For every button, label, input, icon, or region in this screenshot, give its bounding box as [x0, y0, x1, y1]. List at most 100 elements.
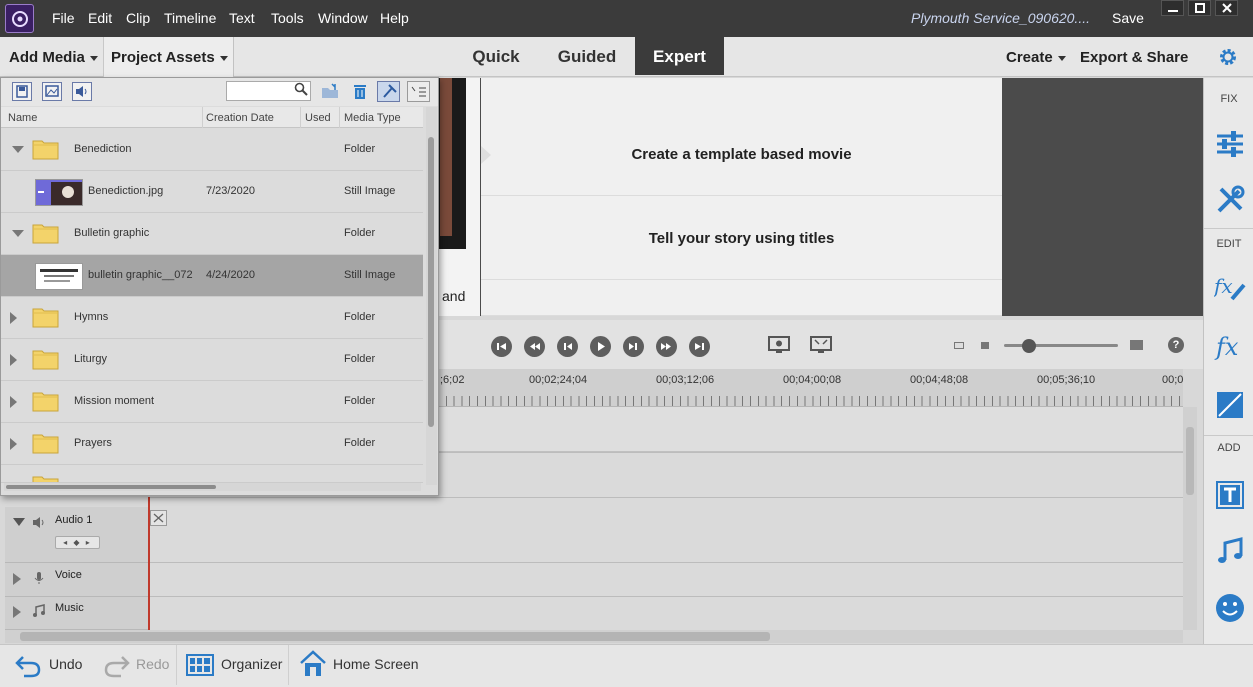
menu-window[interactable]: Window [318, 10, 368, 26]
mode-bar: Add Media Project Assets Quick Guided Ex… [0, 37, 1253, 77]
fullscreen-monitor-icon[interactable] [809, 335, 833, 355]
save-button[interactable]: Save [1112, 10, 1144, 26]
collapse-triangle-icon[interactable] [13, 518, 25, 526]
undo-button[interactable]: Undo [14, 645, 94, 685]
play-icon[interactable] [590, 336, 611, 357]
expand-triangle-icon[interactable] [13, 573, 21, 585]
step-back-icon[interactable] [557, 336, 578, 357]
column-name[interactable]: Name [8, 112, 37, 124]
asset-row-folder[interactable]: Benediction Folder [1, 129, 423, 171]
collapse-triangle-icon[interactable] [12, 230, 24, 237]
zoom-out-icon[interactable] [981, 342, 989, 349]
timeline-ruler[interactable]: ;6;02 00;02;24;04 00;03;12;06 00;04;00;0… [438, 369, 1183, 407]
expand-triangle-icon[interactable] [10, 396, 17, 408]
transitions-icon[interactable] [1214, 389, 1246, 421]
undo-icon [14, 652, 42, 681]
asset-media-type: Still Image [344, 269, 396, 281]
rewind-icon[interactable] [524, 336, 545, 357]
step-forward-icon[interactable] [623, 336, 644, 357]
menu-edit[interactable]: Edit [88, 10, 112, 26]
minimize-button[interactable] [1161, 0, 1184, 16]
menu-file[interactable]: File [52, 10, 75, 26]
menu-text[interactable]: Text [229, 10, 255, 26]
asset-row-folder[interactable]: Bulletin graphic Folder [1, 213, 423, 255]
asset-row-image[interactable]: Benediction.jpg 7/23/2020 Still Image [1, 171, 423, 213]
gear-icon[interactable] [1218, 47, 1238, 67]
titles-icon[interactable] [1214, 479, 1246, 511]
asset-row-folder[interactable]: Mission moment Folder [1, 381, 423, 423]
asset-name: Hymns [74, 311, 109, 323]
track-header-music[interactable]: Music [5, 597, 148, 630]
graphics-smiley-icon[interactable] [1214, 592, 1246, 624]
audio-keyframe-control[interactable]: ◂ ◆ ▸ [55, 536, 100, 549]
column-used[interactable]: Used [305, 112, 331, 124]
goto-end-icon[interactable] [689, 336, 710, 357]
asset-row-folder[interactable]: Hymns Folder [1, 297, 423, 339]
adjustments-sliders-icon[interactable] [1214, 128, 1246, 160]
zoom-slider-handle[interactable] [1022, 339, 1036, 353]
timeline-horizontal-scrollbar[interactable] [5, 630, 1183, 643]
asset-name: Bulletin graphic [74, 227, 150, 239]
trash-icon[interactable] [352, 83, 368, 105]
filter-audio-icon[interactable] [72, 82, 92, 101]
assets-vertical-scrollbar[interactable] [426, 107, 437, 485]
effects-edit-icon[interactable]: fx [1212, 271, 1246, 303]
template-movie-option[interactable]: Create a template based movie [481, 112, 1002, 196]
view-options-icon[interactable] [407, 81, 430, 102]
track-header-voice[interactable]: Voice [5, 563, 148, 597]
menu-timeline[interactable]: Timeline [164, 10, 216, 26]
create-label: Create [1006, 49, 1053, 66]
scissors-icon[interactable] [150, 510, 167, 526]
track-header-audio-1[interactable]: Audio 1 ◂ ◆ ▸ [5, 507, 148, 563]
tab-guided[interactable]: Guided [543, 37, 631, 75]
add-media-button[interactable]: Add Media [9, 37, 98, 77]
tab-quick[interactable]: Quick [452, 37, 540, 75]
expand-triangle-icon[interactable] [10, 354, 17, 366]
music-icon[interactable] [1214, 536, 1246, 568]
scrollbar-thumb[interactable] [20, 632, 770, 641]
scrollbar-thumb[interactable] [1186, 427, 1194, 495]
menu-clip[interactable]: Clip [126, 10, 150, 26]
fit-timeline-icon[interactable] [954, 342, 964, 349]
zoom-in-icon[interactable] [1130, 340, 1143, 350]
folder-icon [32, 347, 59, 370]
story-titles-option[interactable]: Tell your story using titles [481, 196, 1002, 280]
filter-image-icon[interactable] [42, 82, 62, 101]
redo-button[interactable]: Redo [103, 645, 173, 685]
goto-start-icon[interactable] [491, 336, 512, 357]
assets-horizontal-scrollbar[interactable] [4, 483, 421, 491]
tab-expert[interactable]: Expert [635, 37, 724, 75]
asset-row-image-selected[interactable]: bulletin graphic__072 4/24/2020 Still Im… [1, 255, 423, 297]
menu-help[interactable]: Help [380, 10, 409, 26]
column-divider [300, 107, 301, 128]
scrollbar-thumb[interactable] [6, 485, 216, 489]
expand-triangle-icon[interactable] [10, 312, 17, 324]
column-media-type[interactable]: Media Type [344, 112, 401, 124]
effects-icon[interactable]: fx [1214, 331, 1246, 363]
new-folder-icon[interactable] [321, 83, 339, 104]
video-track[interactable] [438, 407, 1183, 452]
render-monitor-icon[interactable] [767, 335, 791, 355]
help-icon[interactable]: ? [1168, 337, 1184, 353]
collapse-triangle-icon[interactable] [12, 146, 24, 153]
organizer-button[interactable]: Organizer [186, 645, 284, 685]
column-creation-date[interactable]: Creation Date [206, 112, 274, 124]
scrollbar-thumb[interactable] [428, 137, 434, 427]
menu-tools[interactable]: Tools [271, 10, 304, 26]
search-icon[interactable] [294, 82, 308, 101]
maximize-button[interactable] [1188, 0, 1211, 16]
timeline-vertical-scrollbar[interactable] [1183, 407, 1197, 630]
home-screen-button[interactable]: Home Screen [300, 645, 420, 685]
expand-triangle-icon[interactable] [13, 606, 21, 618]
filter-video-icon[interactable] [12, 82, 32, 101]
asset-row-folder[interactable]: Prayers Folder [1, 423, 423, 465]
export-share-button[interactable]: Export & Share [1080, 37, 1188, 77]
fast-forward-icon[interactable] [656, 336, 677, 357]
project-assets-button[interactable]: Project Assets [104, 37, 234, 77]
asset-row-folder[interactable]: Liturgy Folder [1, 339, 423, 381]
pin-icon[interactable] [377, 81, 400, 102]
tools-icon[interactable] [1214, 184, 1246, 216]
create-button[interactable]: Create [1006, 37, 1066, 77]
close-button[interactable] [1215, 0, 1238, 16]
expand-triangle-icon[interactable] [10, 438, 17, 450]
